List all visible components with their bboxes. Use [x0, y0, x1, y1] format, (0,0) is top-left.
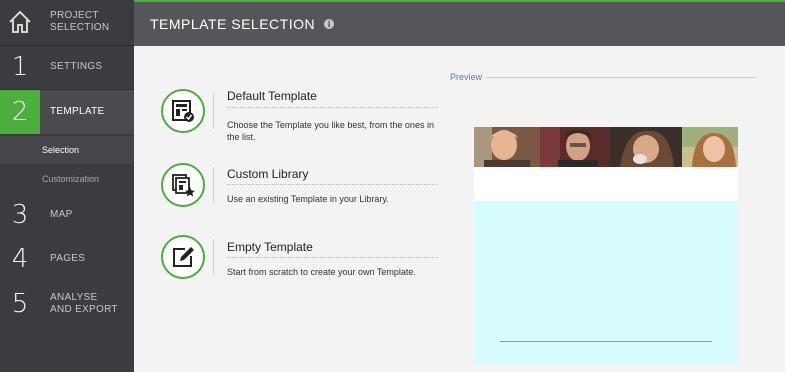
- step-number: 4: [11, 244, 29, 274]
- divider: [227, 184, 437, 185]
- option-title[interactable]: Empty Template: [227, 240, 313, 254]
- nav-analyse-export[interactable]: 5 ANALYSE AND EXPORT: [0, 284, 134, 324]
- nav-template[interactable]: 2 TEMPLATE: [0, 90, 134, 134]
- option-empty-template[interactable]: Empty Template Start from scratch to cre…: [161, 235, 437, 281]
- template-check-icon[interactable]: [161, 89, 205, 133]
- nav-project-selection-label: PROJECT SELECTION: [50, 10, 110, 33]
- info-icon[interactable]: i: [324, 19, 335, 29]
- portrait-photo: [540, 127, 610, 167]
- separator: [213, 167, 214, 203]
- separator: [213, 239, 214, 275]
- portrait-photo: [474, 127, 540, 167]
- option-custom-library[interactable]: Custom Library Use an existing Template …: [161, 163, 437, 209]
- nav-sub-customization[interactable]: Customization: [0, 166, 134, 192]
- step-number: 1: [11, 52, 29, 82]
- nav-settings-label: SETTINGS: [50, 61, 103, 72]
- home-icon: [0, 9, 40, 35]
- option-description: Use an existing Template in your Library…: [227, 194, 389, 204]
- library-star-icon[interactable]: [161, 163, 205, 207]
- nav-analyse-export-label: ANALYSE AND EXPORT: [50, 292, 118, 315]
- portrait-photo: [682, 127, 738, 167]
- edit-pen-icon[interactable]: [161, 235, 205, 279]
- nav-project-selection[interactable]: PROJECT SELECTION: [0, 0, 134, 44]
- nav-pages[interactable]: 4 PAGES: [0, 240, 134, 278]
- step-number: 2: [11, 97, 29, 127]
- page-title: TEMPLATE SELECTION: [150, 16, 316, 32]
- page-header: TEMPLATE SELECTION i: [134, 0, 785, 46]
- option-description: Start from scratch to create your own Te…: [227, 267, 416, 277]
- nav-template-label: TEMPLATE: [50, 106, 105, 117]
- step-number: 5: [11, 289, 29, 319]
- divider: [227, 107, 437, 108]
- option-description: Choose the Template you like best, from …: [227, 120, 434, 142]
- template-preview: [474, 127, 738, 363]
- active-step-indicator: 2: [0, 90, 40, 134]
- photo-strip: [474, 127, 738, 167]
- preview-footer-line: [500, 341, 712, 342]
- separator: [213, 93, 214, 129]
- sidebar: PROJECT SELECTION 1 SETTINGS 2 TEMPLATE …: [0, 0, 134, 372]
- divider: [486, 77, 757, 78]
- nav-map[interactable]: 3 MAP: [0, 196, 134, 234]
- option-title[interactable]: Custom Library: [227, 167, 308, 181]
- preview-header-area: [474, 127, 738, 201]
- option-default-template[interactable]: Default Template Choose the Template you…: [161, 89, 437, 142]
- option-title[interactable]: Default Template: [227, 89, 317, 103]
- nav-sub-selection[interactable]: Selection: [0, 136, 134, 164]
- step-number: 3: [11, 200, 29, 230]
- portrait-photo: [610, 127, 682, 167]
- nav-map-label: MAP: [50, 209, 73, 220]
- divider: [227, 257, 437, 258]
- preview-label: Preview: [450, 72, 483, 82]
- nav-settings[interactable]: 1 SETTINGS: [0, 46, 134, 88]
- nav-pages-label: PAGES: [50, 253, 86, 264]
